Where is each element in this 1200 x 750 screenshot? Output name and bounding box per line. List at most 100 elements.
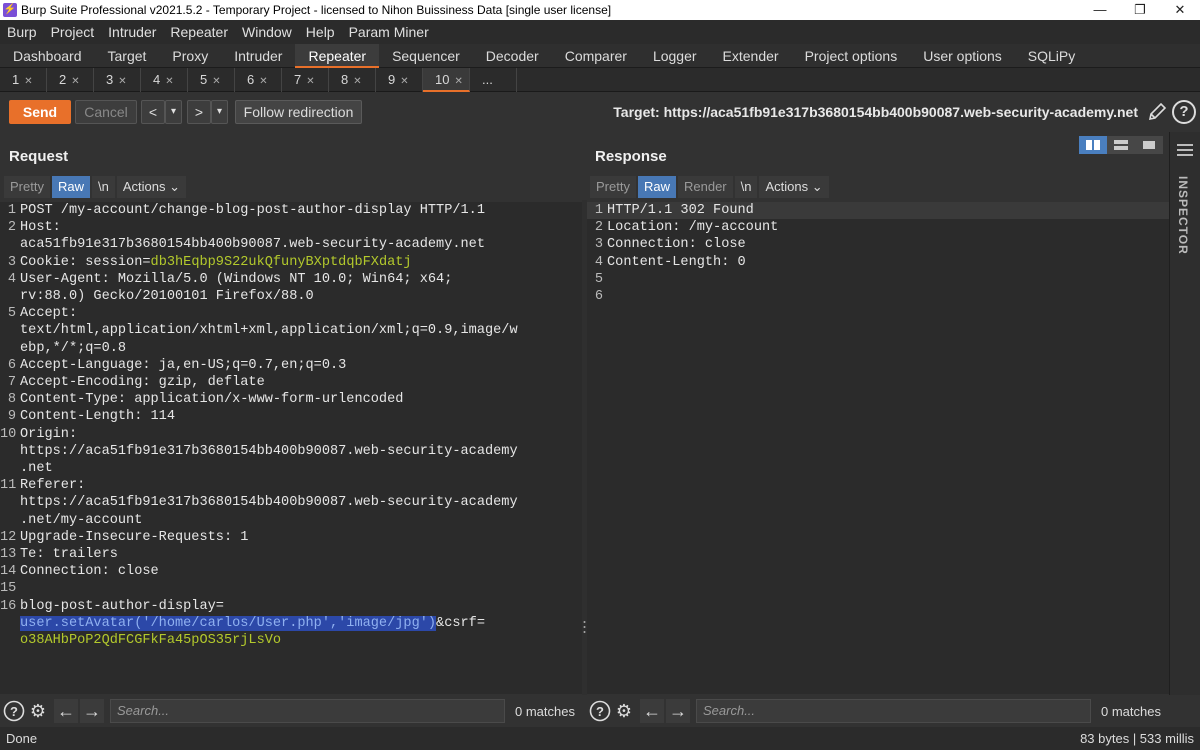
tab-extender[interactable]: Extender [710, 44, 792, 68]
svg-text:?: ? [10, 704, 18, 719]
line-number [0, 443, 20, 460]
back-button[interactable]: < [141, 100, 165, 124]
repeater-tab[interactable]: 4 ✕ [141, 67, 188, 92]
close-icon[interactable]: ✕ [1160, 0, 1200, 20]
response-editor[interactable]: 1 HTTP/1.1 302 Found 2 Location: /my-accoun… [587, 202, 1169, 694]
menu-project[interactable]: Project [44, 24, 102, 40]
menu-burp[interactable]: Burp [0, 24, 44, 40]
layout-stacked-icon[interactable] [1107, 136, 1135, 154]
help-icon[interactable]: ? [588, 699, 612, 723]
code-line: 10 Origin: [0, 426, 582, 443]
code-line: o38AHbPoP2QdFCGFkFa45pOS35rjLsVo [0, 632, 582, 649]
response-actions-menu[interactable]: Actions ⌄ [759, 176, 829, 198]
code-line: 3 Connection: close [587, 236, 1169, 253]
arrow-right-icon[interactable]: → [666, 699, 690, 723]
response-search-input[interactable]: Search... [696, 699, 1091, 723]
response-render-tab[interactable]: Render [677, 176, 733, 198]
tab-sequencer[interactable]: Sequencer [379, 44, 473, 68]
request-raw-tab[interactable]: Raw [51, 176, 90, 198]
request-search-input[interactable]: Search... [110, 699, 505, 723]
menu-repeater[interactable]: Repeater [163, 24, 235, 40]
help-icon[interactable]: ? [2, 699, 26, 723]
forward-history-dropdown[interactable]: ▾ [211, 100, 228, 124]
code-line: aca51fb91e317b3680154bb400b90087.web-sec… [0, 236, 582, 253]
tab-project-options[interactable]: Project options [792, 44, 911, 68]
request-pretty-tab[interactable]: Pretty [4, 176, 50, 198]
response-newline-toggle[interactable]: \n [734, 176, 758, 198]
forward-button[interactable]: > [187, 100, 211, 124]
menu-intruder[interactable]: Intruder [101, 24, 163, 40]
code-token: Accept: [20, 306, 78, 322]
line-number [0, 512, 20, 529]
layout-side-by-side-icon[interactable] [1079, 136, 1107, 154]
send-button[interactable]: Send [9, 100, 71, 124]
menu-window[interactable]: Window [235, 24, 299, 40]
close-tab-icon[interactable]: ✕ [165, 76, 173, 87]
repeater-tab[interactable]: 2 ✕ [47, 67, 94, 92]
back-history-dropdown[interactable]: ▾ [165, 100, 182, 124]
line-number [0, 288, 20, 305]
line-number [0, 460, 20, 477]
tab-user-options[interactable]: User options [910, 44, 1015, 68]
repeater-tab[interactable]: 5 ✕ [188, 67, 235, 92]
close-tab-icon[interactable]: ✕ [212, 76, 220, 87]
menu-help[interactable]: Help [299, 24, 342, 40]
code-token: aca51fb91e317b3680154bb400b90087.web-sec… [20, 237, 485, 253]
arrow-left-icon[interactable]: ← [54, 699, 78, 723]
repeater-tab-active[interactable]: 10 ✕ [423, 67, 470, 92]
tab-dashboard[interactable]: Dashboard [0, 44, 95, 68]
tab-repeater[interactable]: Repeater [295, 43, 380, 68]
tab-sqlipy[interactable]: SQLiPy [1015, 44, 1088, 68]
close-tab-icon[interactable]: ✕ [71, 76, 79, 87]
code-text: Te: trailers [20, 546, 582, 563]
code-text: Content-Length: 0 [607, 254, 1169, 271]
close-tab-icon[interactable]: ✕ [24, 76, 32, 87]
help-icon[interactable]: ? [1172, 100, 1196, 124]
cancel-button[interactable]: Cancel [75, 100, 137, 124]
settings-gear-icon[interactable]: ⚙ [612, 699, 636, 723]
repeater-tab[interactable]: 1 ✕ [0, 67, 47, 92]
menu-param-miner[interactable]: Param Miner [342, 24, 436, 40]
arrow-left-icon[interactable]: ← [640, 699, 664, 723]
inspector-panel[interactable]: INSPECTOR [1169, 132, 1200, 695]
close-tab-icon[interactable]: ✕ [118, 76, 126, 87]
request-newline-toggle[interactable]: \n [91, 176, 115, 198]
layout-tabbed-icon[interactable] [1135, 136, 1163, 154]
repeater-tab[interactable]: 3 ✕ [94, 67, 141, 92]
restore-icon[interactable]: ❐ [1120, 0, 1160, 20]
request-editor[interactable]: 1 POST /my-account/change-blog-post-autho… [0, 202, 582, 694]
settings-gear-icon[interactable]: ⚙ [26, 699, 50, 723]
tab-intruder[interactable]: Intruder [221, 44, 295, 68]
caret-down-icon: ▾ [216, 106, 223, 117]
hamburger-icon[interactable] [1177, 144, 1193, 159]
repeater-tab[interactable]: 8 ✕ [329, 67, 376, 92]
line-number: 3 [594, 237, 603, 253]
response-pretty-tab[interactable]: Pretty [590, 176, 636, 198]
close-tab-icon[interactable]: ✕ [454, 76, 462, 87]
response-raw-tab[interactable]: Raw [637, 176, 676, 198]
close-tab-icon[interactable]: ✕ [400, 76, 408, 87]
repeater-tab[interactable]: 6 ✕ [235, 67, 282, 92]
tab-target[interactable]: Target [95, 44, 160, 68]
close-tab-icon[interactable]: ✕ [306, 76, 314, 87]
pencil-icon[interactable] [1146, 101, 1168, 123]
arrow-right-icon[interactable]: → [80, 699, 104, 723]
new-tab-button[interactable]: ... [470, 67, 517, 92]
minimize-icon[interactable]: — [1080, 0, 1120, 20]
follow-redirection-button[interactable]: Follow redirection [235, 100, 362, 124]
code-line: 15 [0, 580, 582, 597]
repeater-tab[interactable]: 7 ✕ [282, 67, 329, 92]
tab-logger[interactable]: Logger [640, 44, 710, 68]
code-token: User-Agent: Mozilla/5.0 (Windows NT 10.0… [20, 271, 453, 287]
close-tab-icon[interactable]: ✕ [259, 76, 267, 87]
repeater-tab[interactable]: 9 ✕ [376, 67, 423, 92]
tab-decoder[interactable]: Decoder [473, 44, 552, 68]
close-tab-icon[interactable]: ✕ [353, 76, 361, 87]
code-token: Content-Length: 114 [20, 409, 175, 425]
code-line: 9 Content-Length: 114 [0, 408, 582, 425]
request-actions-menu[interactable]: Actions ⌄ [116, 176, 186, 198]
tab-comparer[interactable]: Comparer [552, 44, 640, 68]
line-number: 4 [7, 271, 16, 287]
tab-proxy[interactable]: Proxy [159, 44, 221, 68]
